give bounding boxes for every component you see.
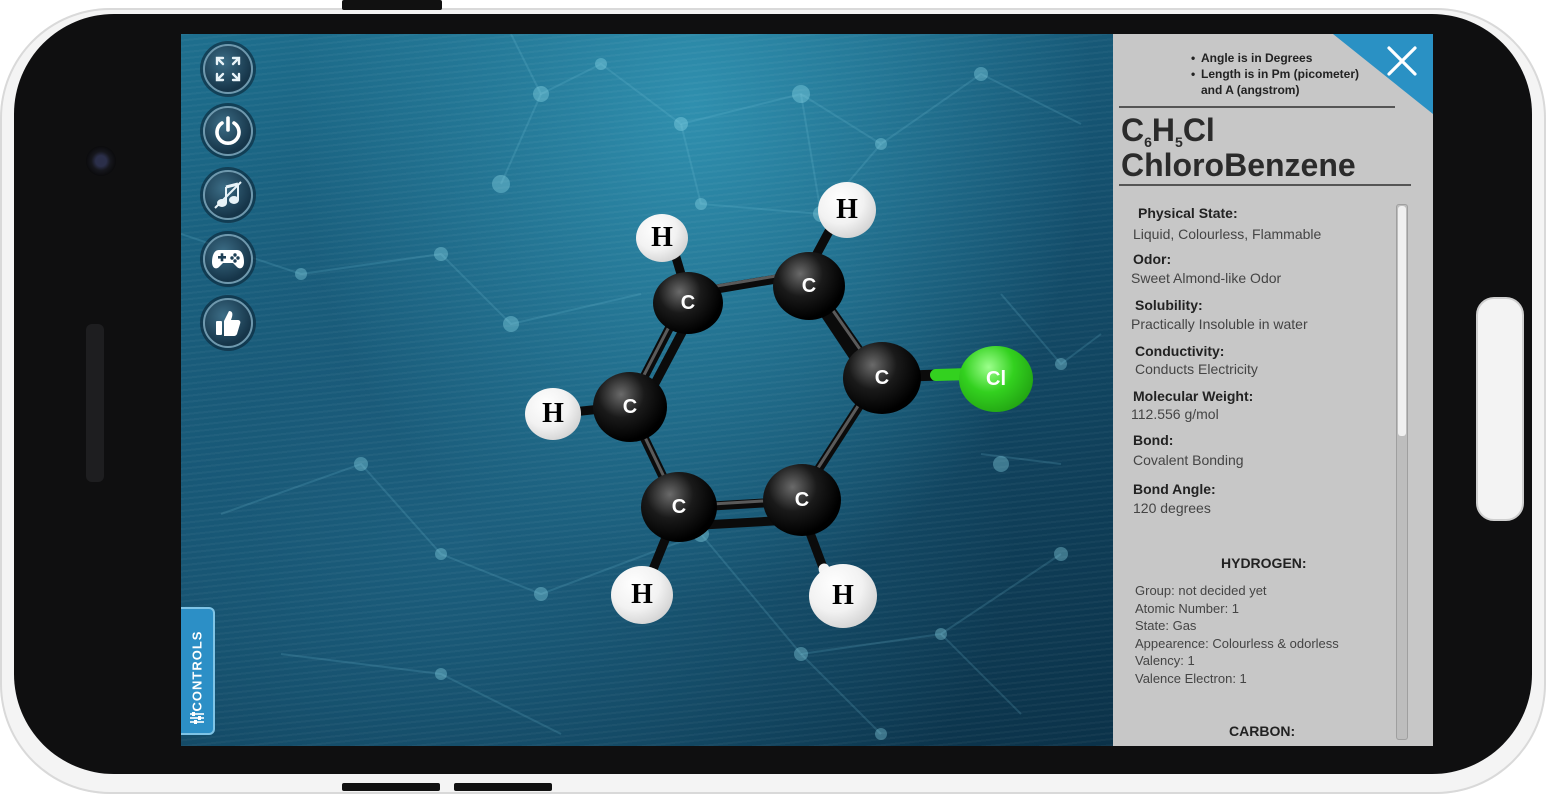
property-label: Conductivity: xyxy=(1135,343,1225,359)
music-icon xyxy=(214,181,242,209)
section-title-carbon: CARBON: xyxy=(1229,723,1296,739)
property-value: Conducts Electricity xyxy=(1135,361,1258,377)
hydrogen-info-line: Valence Electron: 1 xyxy=(1135,670,1247,686)
controls-tab[interactable]: CONTROLS xyxy=(181,607,215,735)
app-screen: H H H H H C C C C C C Cl CONTROLS • Angl… xyxy=(181,34,1433,746)
carbon-atom[interactable]: C xyxy=(843,342,921,414)
close-icon xyxy=(1387,46,1417,76)
property-value: Practically Insoluble in water xyxy=(1131,316,1308,332)
property-value: Liquid, Colourless, Flammable xyxy=(1133,226,1322,242)
property-label: Molecular Weight: xyxy=(1133,388,1254,404)
property-label: Physical State: xyxy=(1138,205,1238,221)
hydrogen-atom[interactable]: H xyxy=(809,564,877,628)
hydrogen-info-line: Group: not decided yet xyxy=(1135,583,1267,598)
gamepad-icon xyxy=(212,250,244,269)
sliders-icon xyxy=(190,712,204,724)
phone-home-button[interactable] xyxy=(1476,297,1524,521)
hydrogen-info-line: Atomic Number: 1 xyxy=(1135,600,1240,616)
property-value: Covalent Bonding xyxy=(1133,452,1244,468)
carbon-atom[interactable]: C xyxy=(763,464,841,536)
fullscreen-icon xyxy=(215,56,241,82)
note-line: Angle is in Degrees xyxy=(1201,51,1313,65)
carbon-atom[interactable]: C xyxy=(653,272,723,334)
note-line: Length is in Pm (picometer) xyxy=(1201,67,1360,81)
note-line: and A (angstrom) xyxy=(1201,83,1300,97)
phone-side-button xyxy=(342,783,440,791)
phone-side-button xyxy=(454,783,552,791)
property-label: Bond Angle: xyxy=(1133,481,1216,497)
like-button[interactable] xyxy=(203,298,253,348)
phone-top-button xyxy=(342,0,442,10)
property-value: 120 degrees xyxy=(1133,500,1211,516)
divider xyxy=(1119,106,1395,108)
close-button[interactable] xyxy=(1381,40,1423,82)
scrollbar-thumb[interactable] xyxy=(1398,206,1406,436)
music-button[interactable] xyxy=(203,170,253,220)
hydrogen-atom[interactable]: H xyxy=(818,182,876,238)
controls-label: CONTROLS xyxy=(189,630,205,712)
section-title-hydrogen: HYDROGEN: xyxy=(1221,555,1307,571)
power-icon xyxy=(215,116,241,145)
chlorine-atom[interactable]: Cl xyxy=(959,346,1033,412)
phone-speaker-slot xyxy=(86,324,104,482)
property-label: Odor: xyxy=(1133,251,1172,267)
carbon-atom[interactable]: C xyxy=(773,252,845,320)
hydrogen-info-line: Appearence: Colourless & odorless xyxy=(1135,635,1339,651)
game-controller-button[interactable] xyxy=(203,234,253,284)
property-label: Solubility: xyxy=(1135,297,1203,313)
hydrogen-atom[interactable]: H xyxy=(611,566,673,624)
carbon-atom[interactable]: C xyxy=(593,372,667,442)
property-label: Bond: xyxy=(1133,432,1174,448)
hydrogen-info-line: State: Gas xyxy=(1135,618,1197,633)
hydrogen-atom[interactable]: H xyxy=(636,214,688,262)
divider xyxy=(1119,184,1411,186)
info-panel: • Angle is in Degrees • Length is in Pm (p… xyxy=(1113,34,1433,746)
camera-icon xyxy=(86,146,116,176)
molecule-name: ChloroBenzene xyxy=(1121,147,1356,183)
unit-notes: • Angle is in Degrees • Length is in Pm (p… xyxy=(1191,51,1360,97)
power-button[interactable] xyxy=(203,106,253,156)
carbon-atom[interactable]: C xyxy=(641,472,717,542)
fullscreen-button[interactable] xyxy=(203,44,253,94)
molecule-viewer[interactable]: H H H H H C C C C C C Cl CONTROLS xyxy=(181,34,1113,746)
hydrogen-info-line: Valency: 1 xyxy=(1135,653,1195,668)
thumbs-up-icon xyxy=(216,311,241,336)
property-value: 112.556 g/mol xyxy=(1131,406,1219,422)
property-value: Sweet Almond-like Odor xyxy=(1131,270,1282,286)
hydrogen-atom[interactable]: H xyxy=(525,388,581,440)
